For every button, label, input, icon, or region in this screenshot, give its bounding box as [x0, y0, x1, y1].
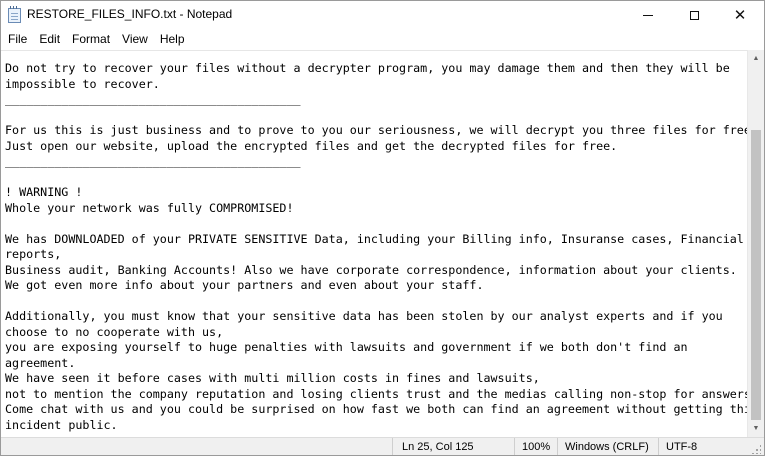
text-line: Whole your network was fully COMPROMISED… [5, 200, 294, 215]
menu-edit[interactable]: Edit [33, 29, 66, 49]
text-line [5, 216, 745, 232]
zoom-level: 100% [522, 441, 551, 453]
encoding: UTF-8 [666, 441, 698, 453]
status-divider [658, 438, 659, 455]
text-line [5, 294, 745, 310]
minimize-button[interactable] [625, 1, 671, 29]
text-line: ________________________________________… [5, 154, 301, 168]
text-line: Just open our website, upload the encryp… [5, 138, 618, 153]
text-line [5, 170, 745, 186]
text-line: impossible to recover. [5, 76, 160, 91]
document-text: Do not try to recover your files without… [5, 61, 747, 433]
scroll-down-icon[interactable]: ▼ [748, 420, 764, 437]
status-divider [557, 438, 558, 455]
text-line: For us this is just business and to prov… [5, 123, 747, 137]
minimize-icon [643, 14, 653, 16]
text-line: ! WARNING ! [5, 185, 83, 199]
text-line: Do not try to recover your files without… [5, 61, 730, 75]
text-line: Business audit, Banking Accounts! Also w… [5, 262, 737, 277]
text-line: not to mention the company reputation an… [5, 386, 747, 401]
maximize-icon [689, 10, 699, 20]
text-line: reports, [5, 247, 62, 261]
menu-help[interactable]: Help [154, 29, 191, 49]
status-bar: Ln 25, Col 125 100% Windows (CRLF) UTF-8 [1, 437, 764, 455]
status-divider [392, 438, 393, 455]
close-button[interactable]: ✕ [717, 1, 763, 29]
text-line: We has DOWNLOADED of your PRIVATE SENSIT… [5, 231, 744, 246]
menu-bar: File Edit Format View Help [1, 29, 764, 49]
text-line: Come chat with us and you could be surpr… [5, 402, 747, 416]
text-line: We got even more info about your partner… [5, 278, 484, 292]
menu-format[interactable]: Format [66, 29, 116, 49]
text-line: you are exposing yourself to huge penalt… [5, 340, 688, 354]
menu-file[interactable]: File [1, 29, 33, 49]
cursor-position: Ln 25, Col 125 [402, 441, 474, 453]
text-line: Additionally, you must know that your se… [5, 309, 723, 323]
scroll-up-icon[interactable]: ▲ [748, 50, 764, 67]
line-ending: Windows (CRLF) [565, 441, 649, 453]
vertical-scrollbar[interactable]: ▲ ▼ [747, 50, 764, 437]
text-line: We have seen it before cases with multi … [5, 371, 540, 385]
notepad-icon [8, 6, 21, 23]
scrollbar-thumb[interactable] [751, 130, 761, 420]
window-title: RESTORE_FILES_INFO.txt - Notepad [27, 7, 233, 21]
text-editor[interactable]: Do not try to recover your files without… [1, 50, 747, 438]
status-divider [514, 438, 515, 455]
notepad-window: RESTORE_FILES_INFO.txt - Notepad ✕ File … [0, 0, 765, 456]
close-icon: ✕ [733, 6, 747, 24]
text-line: agreement. [5, 355, 76, 370]
text-line: incident public. [5, 417, 118, 432]
text-line: choose to no cooperate with us, [5, 324, 224, 339]
maximize-button[interactable] [671, 1, 717, 29]
text-line: ________________________________________… [5, 92, 301, 106]
resize-grip-icon[interactable] [751, 444, 761, 454]
title-bar[interactable]: RESTORE_FILES_INFO.txt - Notepad ✕ [1, 1, 764, 29]
menu-view[interactable]: View [116, 29, 154, 49]
text-line [5, 108, 745, 124]
